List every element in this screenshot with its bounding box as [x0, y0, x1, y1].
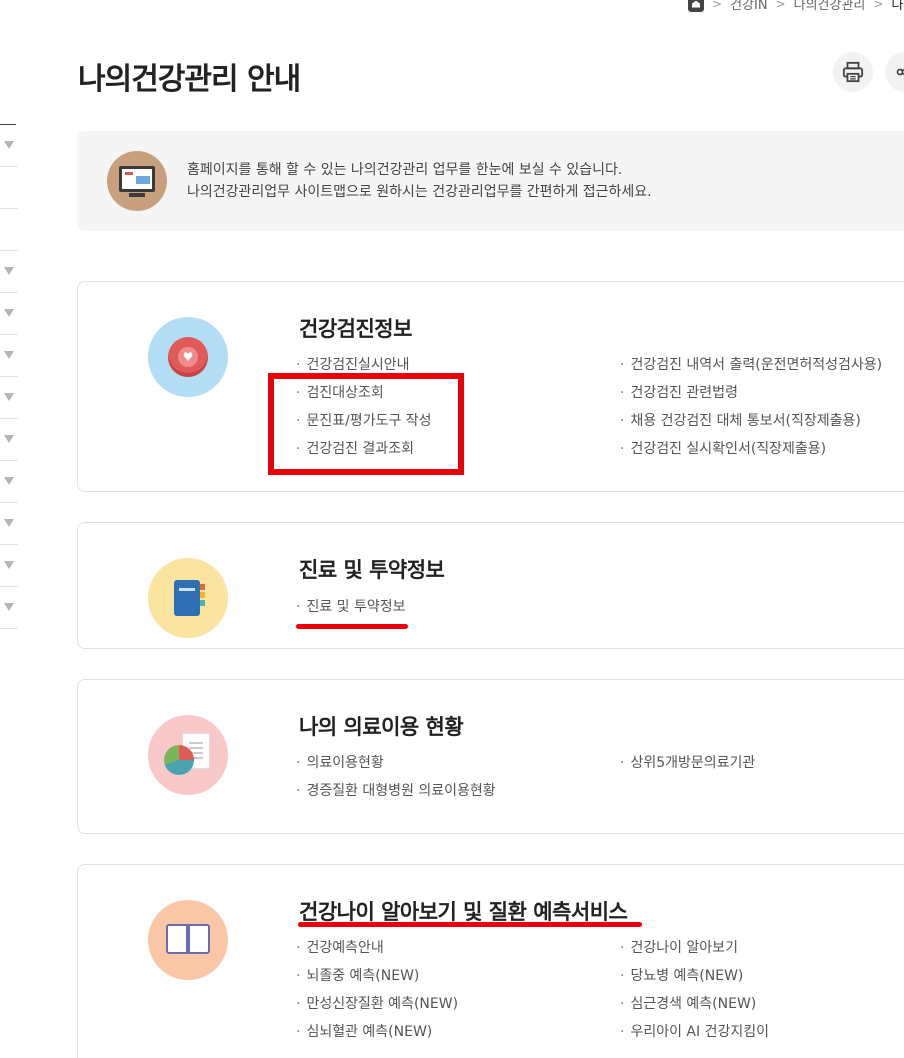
- print-button[interactable]: [833, 52, 873, 92]
- monitor-icon: [107, 151, 167, 211]
- info-box: 홈페이지를 통해 할 수 있는 나의건강관리 업무를 한눈에 보실 수 있습니다…: [77, 131, 904, 231]
- link-item[interactable]: 의료이용현황: [296, 749, 496, 777]
- sidebar-item[interactable]: [0, 545, 18, 587]
- link-item[interactable]: 뇌졸중 예측(NEW): [296, 962, 458, 990]
- highlight-underline: [298, 922, 642, 927]
- info-line: 홈페이지를 통해 할 수 있는 나의건강관리 업무를 한눈에 보실 수 있습니다…: [187, 162, 623, 178]
- section-title: 건강검진정보: [299, 317, 412, 341]
- sidebar-item[interactable]: [0, 125, 18, 167]
- share-button[interactable]: [885, 52, 904, 92]
- chevron-down-icon: [4, 435, 14, 443]
- chevron-right-icon: >: [775, 0, 786, 11]
- chevron-down-icon: [4, 519, 14, 527]
- link-list: 건강나이 알아보기 당뇨병 예측(NEW) 심근경색 예측(NEW) 우리아이 …: [620, 934, 769, 1046]
- sidebar-item[interactable]: [0, 335, 18, 377]
- link-list: 상위5개방문의료기관: [620, 749, 755, 777]
- link-item[interactable]: 건강검진 내역서 출력(운전면허적성검사용): [620, 351, 882, 379]
- section-card-medical-usage: 나의 의료이용 현황 의료이용현황 경증질환 대형병원 의료이용현황 상위5개방…: [77, 679, 904, 834]
- chevron-down-icon: [4, 393, 14, 401]
- chevron-down-icon: [4, 561, 14, 569]
- chevron-down-icon: [4, 267, 14, 275]
- sidebar-item[interactable]: [0, 377, 18, 419]
- sidebar-item[interactable]: [0, 503, 18, 545]
- pie-chart-document-icon: [148, 715, 228, 795]
- home-icon[interactable]: [688, 0, 704, 12]
- chevron-right-icon: >: [873, 0, 884, 11]
- breadcrumb-item[interactable]: 나의건강관리: [794, 0, 866, 13]
- link-item[interactable]: 경증질환 대형병원 의료이용현황: [296, 777, 495, 805]
- info-line: 나의건강관리업무 사이트맵으로 원하시는 건강관리업무를 간편하게 접근하세요.: [187, 184, 652, 200]
- link-item[interactable]: 건강예측안내: [296, 934, 458, 962]
- link-item[interactable]: 채용 건강검진 대체 통보서(직장제출용): [620, 407, 882, 435]
- link-item[interactable]: 당뇨병 예측(NEW): [620, 962, 769, 990]
- page-title: 나의건강관리 안내: [78, 62, 301, 97]
- sidebar-item[interactable]: [0, 251, 18, 293]
- sidebar-item[interactable]: [0, 209, 18, 251]
- chevron-down-icon: [4, 309, 14, 317]
- link-item[interactable]: 우리아이 AI 건강지킴이: [620, 1018, 769, 1046]
- link-item[interactable]: 진료 및 투약정보: [296, 593, 405, 621]
- section-title: 나의 의료이용 현황: [299, 715, 464, 739]
- link-list: 건강예측안내 뇌졸중 예측(NEW) 만성신장질환 예측(NEW) 심뇌혈관 예…: [296, 934, 458, 1046]
- chevron-right-icon: >: [712, 0, 723, 11]
- sidebar-item[interactable]: [0, 419, 18, 461]
- notebook-icon: [148, 558, 228, 638]
- chevron-down-icon: [4, 477, 14, 485]
- section-title: 진료 및 투약정보: [299, 558, 445, 582]
- link-item[interactable]: 건강나이 알아보기: [620, 934, 769, 962]
- link-list: 진료 및 투약정보: [296, 593, 405, 621]
- sidebar-item[interactable]: [0, 293, 18, 335]
- sidebar-item[interactable]: [0, 587, 18, 629]
- heart-checkup-icon: ♥: [148, 317, 228, 397]
- section-card-treatment: 진료 및 투약정보 진료 및 투약정보: [77, 522, 904, 649]
- breadcrumb: > 건강IN > 나의건강관리 > 나의: [688, 0, 904, 13]
- sidebar-menu: [0, 124, 18, 629]
- breadcrumb-item[interactable]: 건강IN: [730, 0, 767, 13]
- highlight-box: [268, 373, 464, 475]
- open-book-icon: [148, 900, 228, 980]
- highlight-underline: [296, 624, 408, 629]
- link-item[interactable]: 건강검진 실시확인서(직장제출용): [620, 435, 882, 463]
- share-icon: [896, 68, 904, 76]
- sidebar-item[interactable]: [0, 461, 18, 503]
- sidebar-item[interactable]: [0, 167, 18, 209]
- info-text: 홈페이지를 통해 할 수 있는 나의건강관리 업무를 한눈에 보실 수 있습니다…: [187, 159, 652, 203]
- link-item[interactable]: 건강검진 관련법령: [620, 379, 882, 407]
- link-list: 의료이용현황 경증질환 대형병원 의료이용현황: [296, 749, 496, 805]
- section-card-health-age: 건강나이 알아보기 및 질환 예측서비스 건강예측안내 뇌졸중 예측(NEW) …: [77, 864, 904, 1058]
- chevron-down-icon: [4, 141, 14, 149]
- print-icon: [842, 61, 864, 83]
- chevron-down-icon: [4, 351, 14, 359]
- chevron-down-icon: [4, 603, 14, 611]
- breadcrumb-current: 나의: [891, 0, 904, 13]
- section-card-checkup: ♥ 건강검진정보 건강검진실시안내 검진대상조회 문진표/평가도구 작성 건강검…: [77, 281, 904, 492]
- link-item[interactable]: 심근경색 예측(NEW): [620, 990, 769, 1018]
- link-item[interactable]: 심뇌혈관 예측(NEW): [296, 1018, 458, 1046]
- link-item[interactable]: 만성신장질환 예측(NEW): [296, 990, 458, 1018]
- link-list: 건강검진 내역서 출력(운전면허적성검사용) 건강검진 관련법령 채용 건강검진…: [620, 351, 882, 463]
- link-item[interactable]: 상위5개방문의료기관: [620, 749, 755, 777]
